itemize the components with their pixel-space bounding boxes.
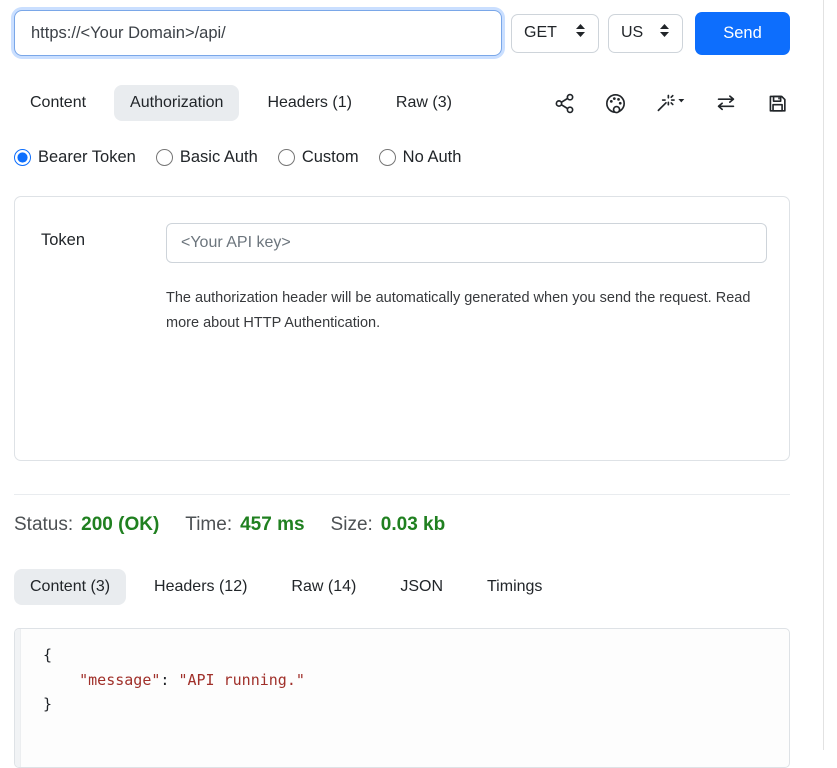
- code-json-key: "message": [43, 671, 160, 689]
- time-label: Time:: [185, 514, 232, 536]
- radio-label: Bearer Token: [38, 148, 136, 167]
- token-panel: Token The authorization header will be a…: [14, 196, 790, 461]
- send-button[interactable]: Send: [695, 12, 790, 55]
- response-tab-raw[interactable]: Raw (14): [275, 569, 372, 605]
- region-select[interactable]: US: [608, 14, 683, 53]
- url-input[interactable]: [14, 10, 502, 56]
- status-value: 200 (OK): [81, 514, 159, 536]
- radio-basic-auth-input[interactable]: [156, 149, 173, 166]
- updown-arrows-icon: [659, 23, 670, 43]
- request-bar: GET US Send: [14, 10, 790, 56]
- api-client-panel: GET US Send Content Authorization Header…: [14, 0, 790, 768]
- response-tab-content[interactable]: Content (3): [14, 569, 126, 605]
- request-tabs: Content Authorization Headers (1) Raw (3…: [14, 85, 790, 121]
- response-body-block: { "message": "API running." }: [14, 628, 790, 768]
- token-label: Token: [41, 223, 166, 460]
- radio-label: Custom: [302, 148, 359, 167]
- updown-arrows-icon: [575, 23, 586, 43]
- token-help-text: The authorization header will be automat…: [166, 286, 766, 336]
- palette-icon[interactable]: [605, 93, 626, 114]
- response-body-code: { "message": "API running." }: [15, 629, 789, 727]
- magic-wand-dropdown-icon[interactable]: [656, 94, 685, 113]
- response-status-row: Status: 200 (OK) Time: 457 ms Size: 0.03…: [14, 514, 790, 536]
- size-label: Size:: [331, 514, 373, 536]
- response-tab-timings[interactable]: Timings: [471, 569, 558, 605]
- tab-headers[interactable]: Headers (1): [251, 85, 367, 121]
- auth-type-options: Bearer Token Basic Auth Custom No Auth: [14, 148, 790, 167]
- code-json-value: "API running.": [178, 671, 304, 689]
- tab-authorization[interactable]: Authorization: [114, 85, 239, 121]
- status-label: Status:: [14, 514, 73, 536]
- tab-content[interactable]: Content: [14, 85, 102, 121]
- response-tab-headers[interactable]: Headers (12): [138, 569, 263, 605]
- radio-basic-auth[interactable]: Basic Auth: [156, 148, 258, 167]
- code-open-brace: {: [43, 646, 52, 664]
- radio-no-auth-input[interactable]: [379, 149, 396, 166]
- radio-bearer-token-input[interactable]: [14, 149, 31, 166]
- method-select[interactable]: GET: [511, 14, 599, 53]
- method-select-value: GET: [524, 24, 557, 42]
- scrollbar-track-line[interactable]: [823, 0, 824, 750]
- code-close-brace: }: [43, 695, 52, 713]
- response-tabs: Content (3) Headers (12) Raw (14) JSON T…: [14, 569, 790, 605]
- divider: [14, 494, 790, 495]
- code-colon: :: [160, 671, 178, 689]
- radio-label: No Auth: [403, 148, 462, 167]
- radio-no-auth[interactable]: No Auth: [379, 148, 462, 167]
- radio-bearer-token[interactable]: Bearer Token: [14, 148, 136, 167]
- tab-raw[interactable]: Raw (3): [380, 85, 468, 121]
- transfer-arrows-icon[interactable]: [715, 92, 737, 114]
- radio-custom[interactable]: Custom: [278, 148, 359, 167]
- token-input[interactable]: [166, 223, 767, 263]
- share-icon[interactable]: [554, 93, 575, 114]
- save-icon[interactable]: [767, 93, 788, 114]
- radio-custom-input[interactable]: [278, 149, 295, 166]
- radio-label: Basic Auth: [180, 148, 258, 167]
- region-select-value: US: [621, 24, 643, 42]
- time-value: 457 ms: [240, 514, 304, 536]
- code-gutter: [15, 629, 21, 767]
- request-toolbar: [554, 92, 790, 114]
- size-value: 0.03 kb: [381, 514, 445, 536]
- response-tab-json[interactable]: JSON: [384, 569, 459, 605]
